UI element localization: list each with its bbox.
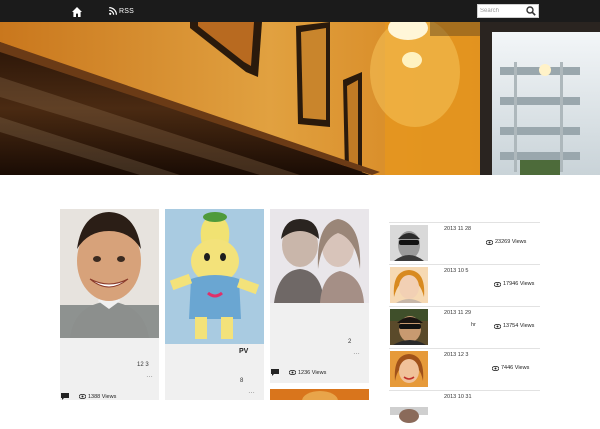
- home-icon: [72, 7, 82, 17]
- rss-icon: [109, 7, 117, 15]
- search-input[interactable]: [480, 5, 524, 17]
- rss-label: RSS: [119, 7, 134, 15]
- post-date: 2013 10 5: [444, 268, 469, 274]
- banner-photo: [0, 22, 600, 175]
- eye-icon: [494, 281, 501, 287]
- post-thumbnail[interactable]: [390, 225, 428, 261]
- view-count: 1388 Views: [88, 393, 117, 400]
- read-more-link[interactable]: …: [353, 349, 360, 356]
- comment-icon: [61, 393, 69, 400]
- read-more-link[interactable]: …: [248, 388, 255, 395]
- comment-icon: [271, 369, 279, 376]
- popular-post-item[interactable]: 2013 10 31: [389, 390, 540, 423]
- post-date: 2013 12 3: [444, 352, 469, 358]
- eye-icon: [494, 323, 501, 329]
- view-count: 13754 Views: [503, 323, 535, 329]
- eye-icon: [492, 365, 499, 371]
- view-count: 1236 Views: [298, 369, 327, 376]
- post-thumbnail[interactable]: [165, 209, 264, 344]
- post-views: 17946 Views: [494, 281, 534, 287]
- post-thumbnail[interactable]: [270, 389, 369, 400]
- read-more-link[interactable]: …: [146, 372, 153, 379]
- post-meta: 12 3: [137, 362, 149, 368]
- post-stats: 1388 Views: [61, 393, 116, 400]
- post-card[interactable]: 2 … 1236 Views: [270, 209, 369, 383]
- post-thumbnail[interactable]: [390, 267, 428, 303]
- post-thumbnail[interactable]: [390, 393, 428, 429]
- popular-post-item[interactable]: 2013 11 29 hr 13754 Views: [389, 306, 540, 348]
- post-thumbnail[interactable]: [390, 309, 428, 345]
- post-date: 2013 11 29: [444, 310, 472, 316]
- post-meta: 8: [240, 378, 244, 384]
- rss-link[interactable]: RSS: [109, 5, 134, 17]
- post-meta: 2: [348, 339, 352, 345]
- search-icon[interactable]: [526, 6, 536, 16]
- post-views: 23269 Views: [486, 239, 526, 245]
- view-count: 17946 Views: [503, 281, 535, 287]
- post-date: 2013 10 31: [444, 394, 472, 400]
- post-thumbnail[interactable]: [60, 209, 159, 338]
- post-card[interactable]: PV 8 …: [165, 209, 264, 400]
- post-stats: 1236 Views: [271, 369, 326, 376]
- view-count: 7446 Views: [501, 365, 530, 371]
- eye-icon: [289, 370, 296, 375]
- post-date: 2013 11 28: [444, 226, 472, 232]
- eye-icon: [486, 239, 493, 245]
- search-box: [477, 4, 539, 18]
- eye-icon: [79, 394, 86, 399]
- popular-post-item[interactable]: 2013 12 3 7446 Views: [389, 348, 540, 390]
- hero-banner: [0, 22, 600, 175]
- view-count: 23269 Views: [495, 239, 527, 245]
- home-link[interactable]: [71, 5, 83, 17]
- post-card[interactable]: 12 3 … 1388 Views: [60, 209, 159, 400]
- post-card[interactable]: [270, 389, 369, 400]
- popular-post-item[interactable]: 2013 10 5 17946 Views: [389, 264, 540, 306]
- post-views: 13754 Views: [494, 323, 534, 329]
- post-excerpt: hr: [471, 322, 476, 328]
- top-nav-bar: RSS: [0, 0, 600, 22]
- post-thumbnail[interactable]: [270, 209, 369, 303]
- post-title[interactable]: PV: [239, 348, 248, 355]
- post-views: 7446 Views: [492, 365, 529, 371]
- post-thumbnail[interactable]: [390, 351, 428, 387]
- popular-post-item[interactable]: 2013 11 28 23269 Views: [389, 222, 540, 264]
